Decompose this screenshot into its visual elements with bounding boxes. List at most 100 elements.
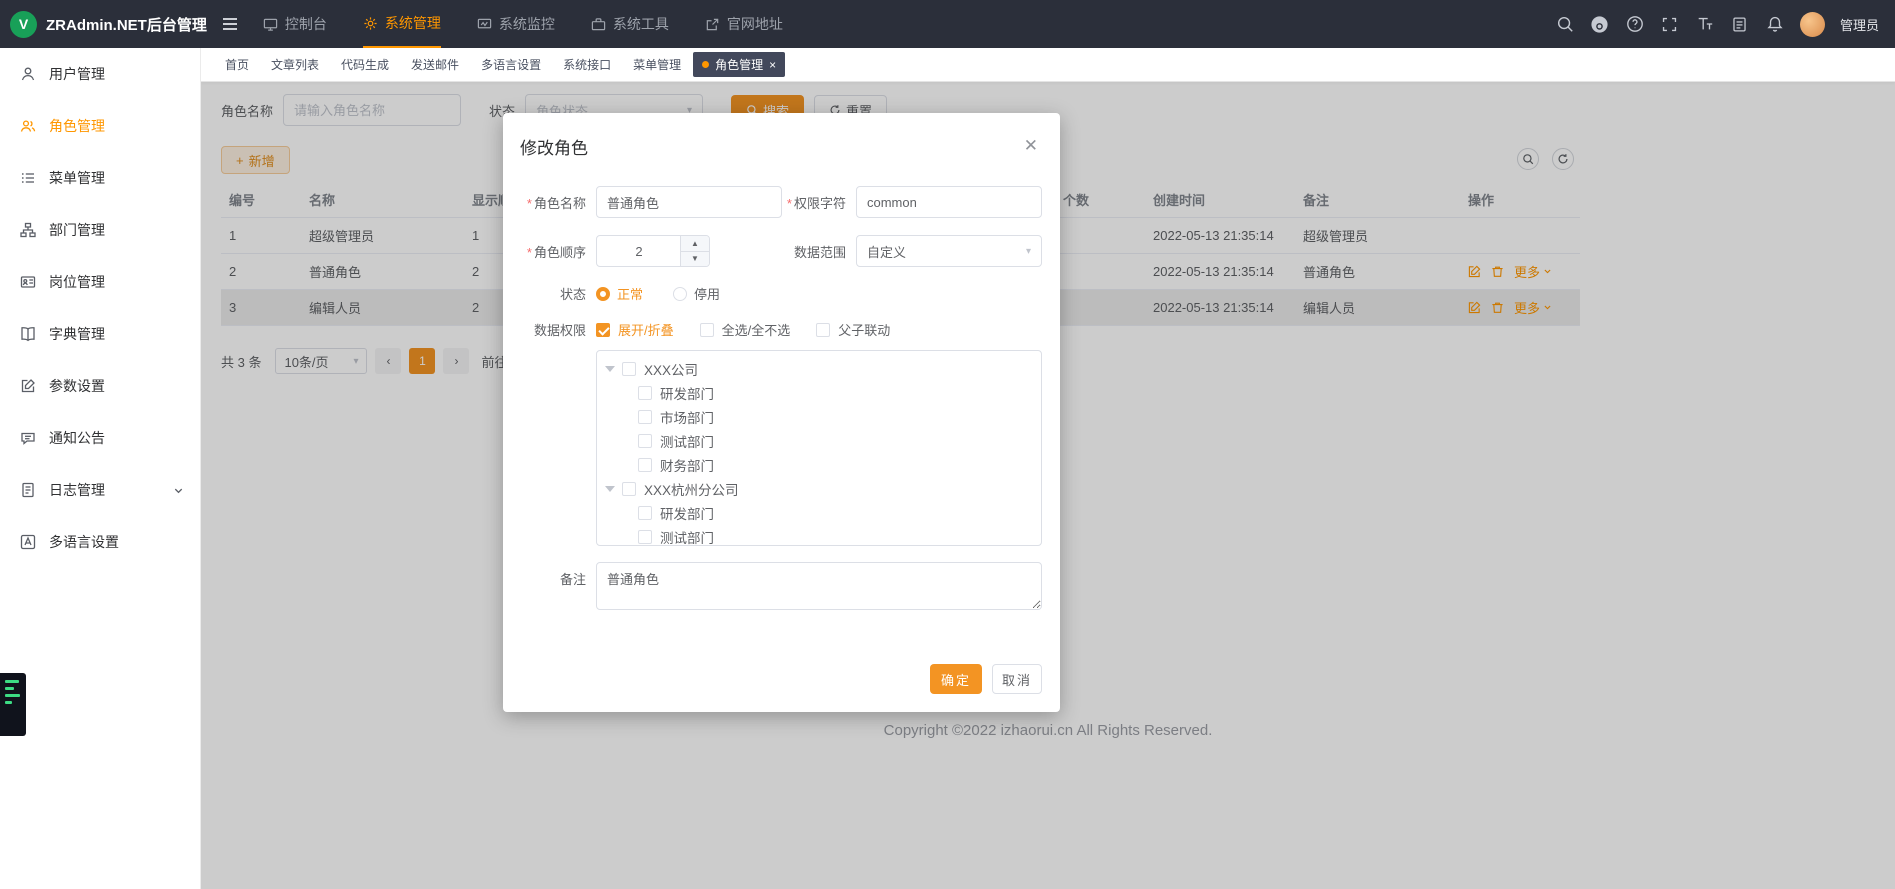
layout-size-icon[interactable] — [1695, 14, 1715, 34]
role-order-input[interactable] — [597, 244, 681, 259]
fullscreen-icon[interactable] — [1660, 14, 1680, 34]
sidebar-item-label: 岗位管理 — [49, 272, 105, 292]
nav-item-website[interactable]: 官网地址 — [705, 0, 783, 48]
role-name-field[interactable] — [596, 186, 782, 218]
tab-i18n[interactable]: 多语言设置 — [471, 52, 551, 77]
tab-menu-manage[interactable]: 菜单管理 — [623, 52, 691, 77]
sidebar-item-notices[interactable]: 通知公告 — [0, 412, 200, 464]
checkbox-icon[interactable] — [638, 530, 652, 544]
top-header: V ZRAdmin.NET后台管理 控制台 系统管理 系统监控 系统工具 官网地… — [0, 0, 1895, 48]
sidebar-item-label: 用户管理 — [49, 64, 105, 84]
app-title: ZRAdmin.NET后台管理 — [46, 14, 207, 35]
chevron-down-icon — [173, 485, 184, 496]
nav-item-system-manage[interactable]: 系统管理 — [363, 0, 441, 48]
checkbox-icon[interactable] — [622, 482, 636, 496]
user-avatar[interactable] — [1800, 12, 1825, 37]
sidebar-item-users[interactable]: 用户管理 — [0, 48, 200, 100]
radio-icon — [673, 287, 687, 301]
tree-node-label: 研发部门 — [660, 503, 714, 523]
sidebar-item-posts[interactable]: 岗位管理 — [0, 256, 200, 308]
nav-item-label: 系统管理 — [385, 13, 441, 33]
tree-node-label: XXX公司 — [644, 359, 698, 379]
radio-label: 正常 — [617, 284, 643, 303]
select-all-checkbox[interactable]: 全选/全不选 — [700, 320, 791, 339]
checkbox-icon — [596, 323, 610, 337]
nav-item-system-tools[interactable]: 系统工具 — [591, 0, 669, 48]
tab-code-gen[interactable]: 代码生成 — [331, 52, 399, 77]
sidebar-item-logs[interactable]: 日志管理 — [0, 464, 200, 516]
checkbox-icon[interactable] — [638, 506, 652, 520]
checkbox-icon[interactable] — [638, 386, 652, 400]
sidebar-item-params[interactable]: 参数设置 — [0, 360, 200, 412]
app-logo[interactable]: V ZRAdmin.NET后台管理 — [0, 11, 207, 38]
nav-item-label: 系统工具 — [613, 14, 669, 34]
checkbox-icon — [816, 323, 830, 337]
sidebar-item-dicts[interactable]: 字典管理 — [0, 308, 200, 360]
widget-bar — [5, 680, 19, 683]
parent-child-link-checkbox[interactable]: 父子联动 — [816, 320, 890, 339]
nav-item-system-monitor[interactable]: 系统监控 — [477, 0, 555, 48]
tree-node-dept[interactable]: 市场部门 — [597, 405, 1041, 429]
remark-field-label: 备注 — [503, 562, 596, 588]
sidebar-item-roles[interactable]: 角色管理 — [0, 100, 200, 152]
checkbox-icon[interactable] — [638, 458, 652, 472]
cancel-button[interactable]: 取消 — [992, 664, 1042, 694]
tree-node-dept[interactable]: 测试部门 — [597, 525, 1041, 546]
tab-role-manage[interactable]: 角色管理 × — [693, 52, 785, 77]
sidebar-item-i18n[interactable]: 多语言设置 — [0, 516, 200, 568]
tab-article-list[interactable]: 文章列表 — [261, 52, 329, 77]
tree-node-company-2[interactable]: XXX杭州分公司 — [597, 477, 1041, 501]
sidebar-item-menus[interactable]: 菜单管理 — [0, 152, 200, 204]
document-icon[interactable] — [1730, 14, 1750, 34]
checkbox-label: 父子联动 — [838, 320, 890, 339]
checkbox-icon[interactable] — [638, 434, 652, 448]
help-icon[interactable] — [1625, 14, 1645, 34]
data-scope-value: 自定义 — [867, 242, 906, 261]
expand-collapse-checkbox[interactable]: 展开/折叠 — [596, 320, 674, 339]
sidebar-toggle-icon[interactable] — [221, 15, 239, 33]
remark-textarea[interactable]: 普通角色 — [596, 562, 1042, 610]
tab-label: 角色管理 — [715, 56, 763, 73]
sidebar-item-label: 角色管理 — [49, 116, 105, 136]
tab-system-api[interactable]: 系统接口 — [553, 52, 621, 77]
nav-item-console[interactable]: 控制台 — [263, 0, 327, 48]
sidebar-item-label: 通知公告 — [49, 428, 105, 448]
username-label[interactable]: 管理员 — [1840, 15, 1879, 34]
bell-icon[interactable] — [1765, 14, 1785, 34]
checkbox-icon — [700, 323, 714, 337]
widget-bar — [5, 687, 14, 690]
tree-expand-icon[interactable] — [605, 486, 615, 492]
tree-node-dept[interactable]: 测试部门 — [597, 429, 1041, 453]
checkbox-icon[interactable] — [622, 362, 636, 376]
tree-node-dept[interactable]: 研发部门 — [597, 381, 1041, 405]
confirm-button[interactable]: 确定 — [930, 664, 982, 694]
edit-role-form: *角色名称 *权限字符 *角色顺序 ▲ ▼ 数据范 — [503, 186, 1060, 610]
tree-node-dept[interactable]: 财务部门 — [597, 453, 1041, 477]
dept-tree: XXX公司 研发部门 市场部门 测试部门 财务部门 XXX杭州分公司 — [596, 350, 1042, 546]
search-icon[interactable] — [1555, 14, 1575, 34]
stepper-down-button[interactable]: ▼ — [681, 252, 709, 267]
screen-recorder-widget[interactable] — [0, 673, 26, 736]
data-scope-select[interactable]: 自定义 ▾ — [856, 235, 1042, 267]
nav-item-label: 系统监控 — [499, 14, 555, 34]
sidebar-item-departments[interactable]: 部门管理 — [0, 204, 200, 256]
required-star: * — [527, 196, 532, 211]
tree-node-company-1[interactable]: XXX公司 — [597, 357, 1041, 381]
checkbox-label: 展开/折叠 — [618, 320, 674, 339]
close-icon[interactable]: ✕ — [1024, 137, 1038, 154]
widget-bar — [5, 701, 12, 704]
top-nav: 控制台 系统管理 系统监控 系统工具 官网地址 — [263, 0, 783, 48]
status-radio-normal[interactable]: 正常 — [596, 284, 643, 303]
perm-char-field[interactable] — [856, 186, 1042, 218]
close-icon[interactable]: × — [769, 59, 776, 71]
stepper-up-button[interactable]: ▲ — [681, 236, 709, 252]
tab-send-mail[interactable]: 发送邮件 — [401, 52, 469, 77]
nav-item-label: 官网地址 — [727, 14, 783, 34]
status-radio-disabled[interactable]: 停用 — [673, 284, 720, 303]
checkbox-icon[interactable] — [638, 410, 652, 424]
tab-home[interactable]: 首页 — [215, 52, 259, 77]
tree-expand-icon[interactable] — [605, 366, 615, 372]
tree-node-dept[interactable]: 研发部门 — [597, 501, 1041, 525]
role-order-field-label: *角色顺序 — [503, 242, 596, 261]
github-icon[interactable] — [1590, 14, 1610, 34]
